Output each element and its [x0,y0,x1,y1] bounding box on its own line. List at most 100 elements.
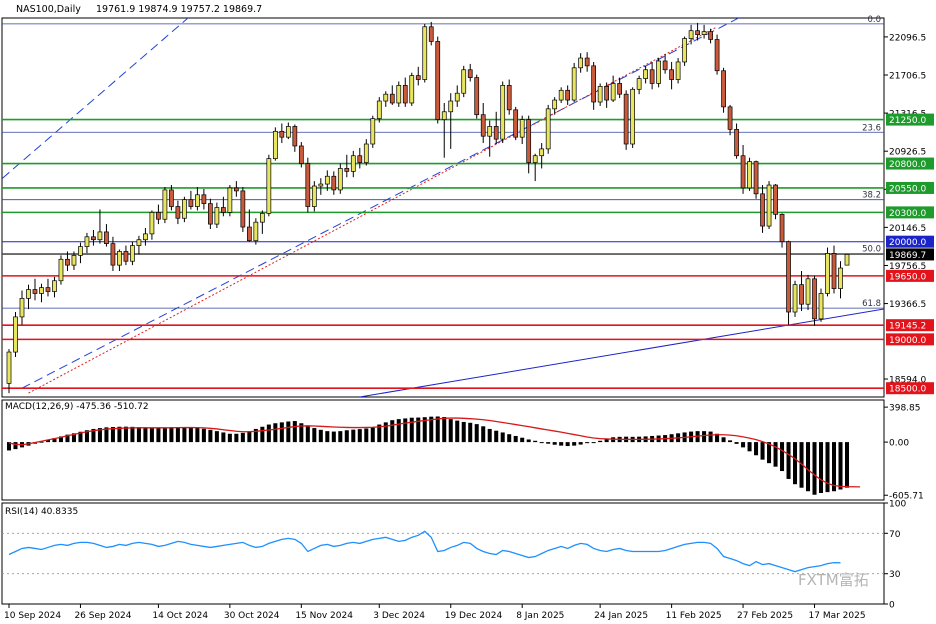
candle-bear [32,289,38,294]
macd-bar [357,429,362,443]
fib-label: 0.0 [867,15,881,25]
candle-bear [526,119,532,163]
macd-bar [520,437,525,443]
candle-bear [428,26,434,42]
macd-bar [831,442,837,492]
level-tag-label: 20800.0 [889,160,926,170]
macd-bar [370,427,375,443]
macd-bar [780,442,785,472]
candle-bull [630,88,635,145]
candle-bear [279,130,285,138]
time-label: 14 Oct 2024 [152,611,208,621]
macd-bar [825,442,830,493]
candle-bull [747,161,752,189]
candle-bull [97,231,103,241]
candle-bear [65,258,70,266]
macd-bar [175,427,180,443]
macd-bar [591,442,596,444]
time-label: 27 Feb 2025 [737,611,793,621]
candle-bear [669,69,674,80]
candle-bear [695,30,700,35]
price-tick-label: 21706.5 [889,71,926,81]
macd-bar [156,427,161,443]
candle-bear [246,226,252,242]
trading-chart[interactable]: 22096.521706.521316.520926.520536.520146… [0,0,936,624]
level-tag-label: 20300.0 [889,209,926,219]
macd-bar [195,428,200,443]
macd-label: MACD(12,26,9) -475.36 -510.72 [5,402,149,412]
candle-bear [831,253,837,289]
macd-bar [708,431,713,443]
candle-bull [39,287,44,294]
macd-bar [565,442,570,447]
candle-bull [182,199,187,219]
candle-bear [169,189,174,207]
candle-bull [214,207,220,225]
macd-bar [260,426,265,443]
candle-bear [584,57,590,67]
candle-bull [656,60,661,84]
time-label: 11 Feb 2025 [666,611,722,621]
macd-bar [318,429,323,443]
candle-bull [58,258,64,282]
macd-bar [819,442,824,493]
candle-bull [825,253,830,294]
candle-bull [675,61,681,80]
candle-bull [52,280,57,292]
macd-bar [838,442,843,490]
candle-bull [818,293,824,320]
macd-bar [266,424,271,443]
candle-bull [376,100,382,119]
macd-bar [390,420,395,443]
candle-bear [565,89,571,101]
macd-bar [247,431,252,443]
candle-bull [195,194,200,207]
candle-bull [383,93,389,102]
candle-bull [26,289,31,299]
candle-bear [617,83,622,95]
macd-bar [182,427,187,443]
candle-bull [227,187,233,213]
watermark: FXTM富拓 [798,571,869,589]
candle-bear [591,65,597,103]
candle-bear [623,93,629,145]
macd-bar [793,442,798,485]
candle-bear [305,163,311,207]
price-tick-label: 20146.5 [889,224,926,234]
macd-bar [201,428,206,443]
candle-bear [786,241,791,313]
candle-bear [298,145,304,164]
level-tag-label: 20550.0 [889,184,926,194]
candle-bull [324,175,330,185]
candle-bull [519,119,525,138]
candle-bull [571,67,577,101]
candle-bear [156,212,161,220]
macd-bar [279,422,284,443]
candle-bull [545,108,551,150]
rsi-tick-label: 0 [889,601,895,611]
macd-bar [208,429,213,443]
candle-bear [467,69,473,78]
last-price-label: 19869.7 [889,251,926,261]
time-label: 8 Jan 2025 [516,611,564,621]
macd-bar [234,433,239,443]
candle-bull [337,168,343,191]
candle-bear [110,243,116,266]
time-label: 30 Oct 2024 [224,611,280,621]
candle-bear [234,187,239,192]
candle-bull [643,69,648,79]
candle-bear [344,168,350,172]
candle-bear [760,193,765,227]
macd-bar [786,442,791,479]
macd-bar [728,440,733,443]
macd-bar [143,427,148,443]
candle-bear [714,39,720,72]
ohlc-label: 19761.9 19874.9 19757.2 19869.7 [96,4,262,15]
candle-bear [292,126,298,147]
price-tick-label: 20926.5 [889,148,926,158]
macd-bar [136,427,141,443]
candle-bull [350,155,356,172]
candle-bull [454,92,460,102]
level-tag-label: 21250.0 [889,116,926,126]
macd-bar [188,427,193,443]
